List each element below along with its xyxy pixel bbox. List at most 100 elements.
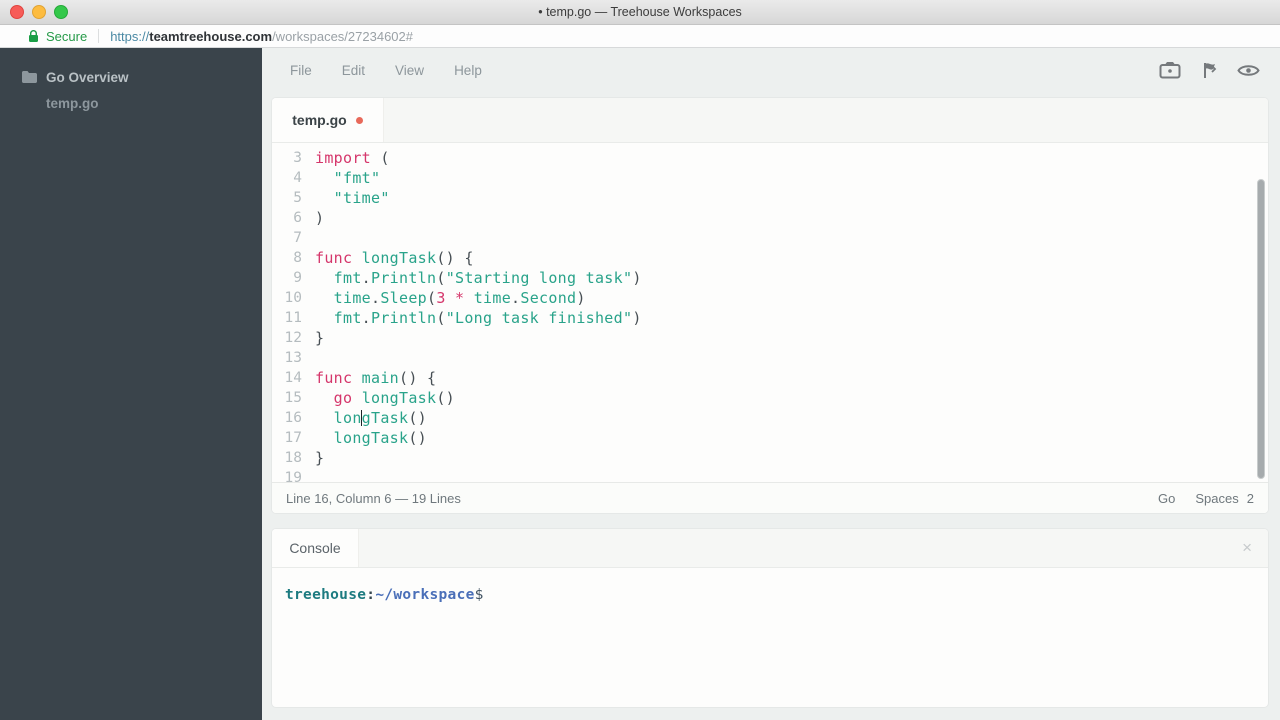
code-token: fmt [334, 269, 362, 287]
prompt-separator: : [366, 587, 375, 603]
code-token: time [334, 289, 371, 307]
code-token: Println [371, 309, 436, 327]
terminal[interactable]: treehouse:~/workspace$ [272, 568, 1268, 603]
sidebar-item-go-overview[interactable]: Go Overview [0, 64, 262, 90]
code-token: import [315, 149, 371, 167]
console-tabbar: Console × [272, 529, 1268, 568]
code-editor[interactable]: 3import (4 "fmt"5 "time"6)78func longTas… [272, 142, 1254, 483]
code-line[interactable]: 15 go longTask() [272, 388, 1254, 408]
code-line-text: } [315, 328, 324, 348]
code-token: longTask [334, 429, 409, 447]
code-token [315, 289, 334, 307]
code-line[interactable]: 3import ( [272, 148, 1254, 168]
code-token: lon [334, 409, 362, 427]
code-token [446, 289, 455, 307]
code-line[interactable]: 12} [272, 328, 1254, 348]
code-line-text: func main() { [315, 368, 436, 388]
code-line[interactable]: 6) [272, 208, 1254, 228]
code-token: "fmt" [334, 169, 381, 187]
editor-tabbar: temp.go [272, 98, 1268, 143]
code-line[interactable]: 9 fmt.Println("Starting long task") [272, 268, 1254, 288]
menu-view[interactable]: View [395, 63, 424, 78]
code-line[interactable]: 16 longTask() [272, 408, 1254, 428]
code-token: longTask [362, 249, 437, 267]
code-token [315, 409, 334, 427]
code-token: ) [576, 289, 585, 307]
code-token: * [455, 289, 464, 307]
traffic-lights [10, 0, 68, 24]
code-token: () [408, 409, 427, 427]
code-token: ) [632, 269, 641, 287]
secure-label: Secure [46, 29, 87, 44]
code-line[interactable]: 14func main() { [272, 368, 1254, 388]
code-line-text: go longTask() [315, 388, 455, 408]
code-line[interactable]: 19 [272, 468, 1254, 483]
code-token [315, 309, 334, 327]
code-line[interactable]: 4 "fmt" [272, 168, 1254, 188]
code-token: () { [399, 369, 436, 387]
prompt-symbol: $ [475, 587, 484, 603]
close-console-icon[interactable]: × [1242, 538, 1252, 558]
eye-icon[interactable] [1237, 63, 1260, 78]
code-line-text: longTask() [315, 408, 427, 428]
tab-temp-go[interactable]: temp.go [272, 98, 384, 142]
prompt-path: ~/workspace [375, 587, 474, 603]
code-token: ) [632, 309, 641, 327]
line-number: 7 [272, 228, 302, 248]
console-tab-label: Console [289, 540, 340, 556]
minimize-window-button[interactable] [32, 5, 46, 19]
code-token: ( [371, 149, 390, 167]
code-token [464, 289, 473, 307]
address-field[interactable]: https://teamtreehouse.com/workspaces/272… [110, 29, 413, 44]
folder-icon [22, 71, 37, 83]
tab-console[interactable]: Console [272, 529, 359, 567]
code-line[interactable]: 13 [272, 348, 1254, 368]
prompt-user: treehouse [285, 587, 366, 603]
code-token [315, 269, 334, 287]
close-window-button[interactable] [10, 5, 24, 19]
line-number: 19 [272, 468, 302, 483]
indent-settings[interactable]: Spaces 2 [1195, 491, 1254, 506]
code-token [315, 189, 334, 207]
code-line-text: ) [315, 208, 324, 228]
sidebar-item-temp-go[interactable]: temp.go [0, 90, 262, 116]
syntax-mode-selector[interactable]: Go [1158, 491, 1175, 506]
code-token [315, 169, 334, 187]
menu-edit[interactable]: Edit [342, 63, 365, 78]
code-token: } [315, 329, 324, 347]
line-number: 15 [272, 388, 302, 408]
code-line[interactable]: 18} [272, 448, 1254, 468]
code-token: Second [520, 289, 576, 307]
code-token: ) [315, 209, 324, 227]
code-line[interactable]: 10 time.Sleep(3 * time.Second) [272, 288, 1254, 308]
code-token: () { [436, 249, 473, 267]
menu-file[interactable]: File [290, 63, 312, 78]
tab-label: temp.go [292, 112, 346, 128]
code-token [352, 249, 361, 267]
line-number: 4 [272, 168, 302, 188]
code-token: Println [371, 269, 436, 287]
code-token: ( [436, 309, 445, 327]
code-token: "time" [334, 189, 390, 207]
window-title: • temp.go — Treehouse Workspaces [0, 5, 1280, 19]
camera-icon[interactable] [1159, 62, 1181, 79]
code-line[interactable]: 5 "time" [272, 188, 1254, 208]
indent-label: Spaces [1195, 491, 1238, 506]
code-token: ( [427, 289, 436, 307]
menu-help[interactable]: Help [454, 63, 482, 78]
code-token: } [315, 449, 324, 467]
lock-icon [28, 29, 39, 43]
code-line-text: func longTask() { [315, 248, 474, 268]
code-token: func [315, 369, 352, 387]
code-line[interactable]: 8func longTask() { [272, 248, 1254, 268]
editor-scrollbar-thumb[interactable] [1257, 179, 1265, 479]
fork-icon[interactable] [1200, 61, 1218, 80]
zoom-window-button[interactable] [54, 5, 68, 19]
code-token: "Long task finished" [446, 309, 633, 327]
code-token [315, 389, 334, 407]
code-line[interactable]: 11 fmt.Println("Long task finished") [272, 308, 1254, 328]
code-token: fmt [334, 309, 362, 327]
code-line[interactable]: 7 [272, 228, 1254, 248]
code-line[interactable]: 17 longTask() [272, 428, 1254, 448]
code-line-text: import ( [315, 148, 390, 168]
